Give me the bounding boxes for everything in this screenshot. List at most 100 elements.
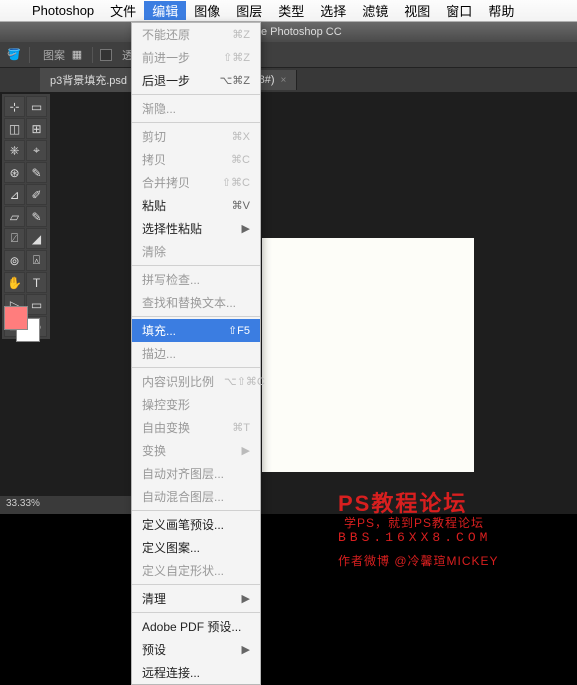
menu-item: 自动对齐图层... <box>132 462 260 485</box>
menu-item: 剪切 ⌘X <box>132 125 260 148</box>
options-bar: 🪣 图案 ▦ 透明 使用图案 <box>0 42 577 68</box>
menu-separator <box>132 510 260 511</box>
document-tabbar: p3背景填充.psd × .jpg @ 33.3%(RGB/8#) × <box>0 68 577 92</box>
menu-item: 清除 <box>132 240 260 263</box>
menu-view[interactable]: 视图 <box>396 1 438 20</box>
menu-help[interactable]: 帮助 <box>480 1 522 20</box>
menu-item[interactable]: 清理▶ <box>132 587 260 610</box>
tool-button[interactable]: ⊚ <box>4 250 25 271</box>
menu-separator <box>132 584 260 585</box>
watermark-subtitle: 学PS，就到PS教程论坛 <box>344 514 484 531</box>
menu-layer[interactable]: 图层 <box>228 1 270 20</box>
menu-type[interactable]: 类型 <box>270 1 312 20</box>
pattern-swatch-icon[interactable]: ▦ <box>69 47 85 63</box>
tool-button[interactable]: ▭ <box>26 294 47 315</box>
menu-item-label: 渐隐... <box>142 100 176 117</box>
menu-item: 拷贝⌘C <box>132 148 260 171</box>
menu-item-label: 预设 <box>142 641 166 658</box>
tool-button[interactable]: ✐ <box>26 184 47 205</box>
menu-item-label: 描边... <box>142 345 176 362</box>
menu-item[interactable]: 后退一步⌥⌘Z <box>132 69 260 92</box>
menu-item: 查找和替换文本... <box>132 291 260 314</box>
menu-window[interactable]: 窗口 <box>438 1 480 20</box>
bucket-tool-icon[interactable]: 🪣 <box>6 47 22 63</box>
tool-button[interactable]: ⌖ <box>26 140 47 161</box>
watermark-author: 作者微博 @冷馨瑄MICKEY <box>338 552 499 569</box>
status-bar: 33.33% <box>0 496 132 514</box>
menu-item[interactable]: Adobe PDF 预设... <box>132 615 260 638</box>
pattern-label: 图案 <box>43 47 65 63</box>
tool-button[interactable]: ◢ <box>26 228 47 249</box>
tool-button[interactable]: ▱ <box>4 206 25 227</box>
system-menubar: Photoshop 文件 编辑 图像 图层 类型 选择 滤镜 视图 窗口 帮助 <box>0 0 577 22</box>
menu-item[interactable]: 定义图案... <box>132 536 260 559</box>
tool-button[interactable]: ✎ <box>26 206 47 227</box>
menu-item-shortcut: ⌘C <box>231 153 250 166</box>
menu-item[interactable]: 预设▶ <box>132 638 260 661</box>
menu-separator <box>132 612 260 613</box>
menu-filter[interactable]: 滤镜 <box>354 1 396 20</box>
tool-button[interactable]: ⍓ <box>26 250 47 271</box>
menu-item-label: Adobe PDF 预设... <box>142 618 241 635</box>
app-name[interactable]: Photoshop <box>24 3 102 18</box>
tool-button[interactable]: ⊿ <box>4 184 25 205</box>
foreground-color-swatch[interactable] <box>4 306 28 330</box>
tool-button[interactable]: ⎈ <box>4 140 25 161</box>
menu-item-label: 定义画笔预设... <box>142 516 224 533</box>
menu-item: 操控变形 <box>132 393 260 416</box>
menu-item[interactable]: 粘贴 ⌘V <box>132 194 260 217</box>
document-canvas[interactable] <box>262 238 474 472</box>
menu-file[interactable]: 文件 <box>102 1 144 20</box>
menu-item-shortcut: ⌘X <box>232 130 250 143</box>
menu-item[interactable]: 远程连接... <box>132 661 260 684</box>
menu-item: 内容识别比例⌥⇧⌘C <box>132 370 260 393</box>
menu-separator <box>132 94 260 95</box>
menu-item-label: 粘贴 <box>142 197 166 214</box>
menu-item-shortcut: ⌥⌘Z <box>220 74 250 87</box>
watermark-url: BBS.16XX8.COM <box>338 530 491 545</box>
menu-item-label: 填充... <box>142 322 176 339</box>
menu-item-label: 自动对齐图层... <box>142 465 224 482</box>
tool-button[interactable]: ▭ <box>26 96 47 117</box>
menu-separator <box>132 367 260 368</box>
menu-separator <box>132 316 260 317</box>
menu-item: 自动混合图层... <box>132 485 260 508</box>
menu-item-label: 合并拷贝 <box>142 174 190 191</box>
menu-select[interactable]: 选择 <box>312 1 354 20</box>
canvas-workspace: PS教程论坛 学PS，就到PS教程论坛 BBS.16XX8.COM 作者微博 @… <box>0 92 577 514</box>
menu-item-label: 远程连接... <box>142 664 200 681</box>
menu-edit[interactable]: 编辑 <box>144 1 186 20</box>
menu-item-label: 查找和替换文本... <box>142 294 236 311</box>
tool-button[interactable]: T <box>26 272 47 293</box>
menu-item: 自由变换⌘T <box>132 416 260 439</box>
menu-item-shortcut: ⌥⇧⌘C <box>224 375 265 388</box>
menu-item: 合并拷贝⇧⌘C <box>132 171 260 194</box>
zoom-level: 33.33% <box>6 498 40 509</box>
menu-item-label: 拼写检查... <box>142 271 200 288</box>
tool-button[interactable]: ⊹ <box>4 96 25 117</box>
transparent-checkbox[interactable] <box>100 49 112 61</box>
menu-item: 拼写检查... <box>132 268 260 291</box>
menu-item[interactable]: 定义画笔预设... <box>132 513 260 536</box>
menu-item: 描边... <box>132 342 260 365</box>
menu-item[interactable]: 选择性粘贴▶ <box>132 217 260 240</box>
tool-button[interactable]: ◫ <box>4 118 25 139</box>
menu-item-label: 剪切 <box>142 128 166 145</box>
menu-image[interactable]: 图像 <box>186 1 228 20</box>
tool-button[interactable]: ⊞ <box>26 118 47 139</box>
tool-button[interactable]: ✎ <box>26 162 47 183</box>
menu-item-label: 自由变换 <box>142 419 190 436</box>
menu-item[interactable]: 填充...⇧F5 <box>132 319 260 342</box>
menu-item-shortcut: ⌘Z <box>232 28 250 41</box>
menu-item-label: 清理 <box>142 590 166 607</box>
menu-separator <box>132 265 260 266</box>
menu-separator <box>132 122 260 123</box>
menu-item-label: 自动混合图层... <box>142 488 224 505</box>
tool-button[interactable]: ⍁ <box>4 228 25 249</box>
menu-item-shortcut: ⌘V <box>232 199 250 212</box>
tool-button[interactable]: ✋ <box>4 272 25 293</box>
close-icon[interactable]: × <box>281 75 287 86</box>
menu-item-label: 定义图案... <box>142 539 200 556</box>
menu-item: 变换▶ <box>132 439 260 462</box>
tool-button[interactable]: ⊛ <box>4 162 25 183</box>
